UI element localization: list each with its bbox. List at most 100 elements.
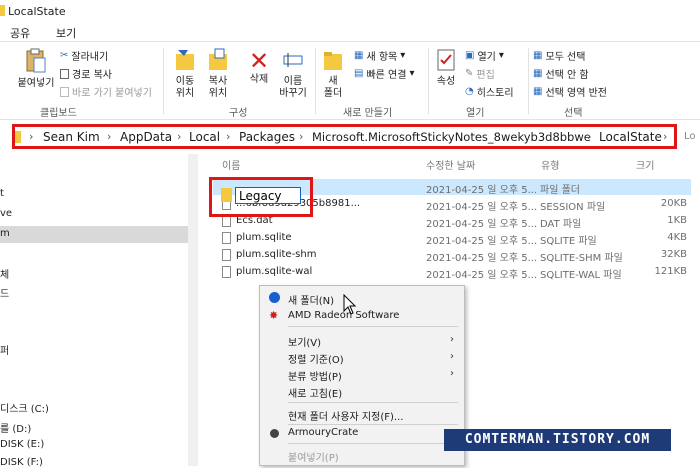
cell-name: plum.sqlite-wal	[236, 266, 313, 277]
folder-icon	[15, 131, 21, 143]
select-none-icon: ▦	[533, 68, 543, 79]
address-bar[interactable]: › Sean Kim › AppData › Local › Packages …	[12, 124, 677, 149]
easy-access-button[interactable]: ▤ 빠른 연결 ▾	[354, 66, 414, 81]
select-all-button[interactable]: ▦ 모두 선택	[533, 48, 585, 63]
copy-path-icon	[60, 68, 69, 79]
menu-customize[interactable]: 현재 폴더 사용자 지정(F)...	[288, 408, 403, 423]
menu-new-folder[interactable]: 새 폴더(N)	[288, 292, 334, 307]
nav-item-drive-c[interactable]: 디스크 (C:)	[0, 400, 49, 415]
menu-view[interactable]: 보기(V)	[288, 334, 321, 349]
nav-item-drive-f[interactable]: DISK (F:)	[0, 457, 43, 468]
cell-date: 2021-04-25 일 오후 5...	[426, 202, 538, 213]
rename-icon	[283, 53, 303, 67]
paste-shortcut-icon	[60, 86, 69, 97]
tab-share[interactable]: 공유	[10, 25, 30, 41]
cell-size: 20KB	[660, 198, 687, 209]
group-label-new: 새로 만들기	[343, 108, 393, 119]
breadcrumb-packages[interactable]: Packages	[239, 130, 295, 144]
breadcrumb-localstate[interactable]: LocalState	[599, 130, 662, 144]
search-input[interactable]: Lo	[684, 131, 696, 142]
cell-type: SQLITE 파일	[540, 236, 597, 247]
open-icon: ▣	[465, 50, 475, 61]
file-icon	[222, 232, 231, 244]
column-date[interactable]: 수정한 날짜	[426, 157, 475, 172]
menu-separator	[288, 443, 458, 444]
history-icon: ◔	[465, 86, 474, 97]
rename-input[interactable]: Legacy	[235, 187, 301, 204]
table-row[interactable]: plum.sqlite-shm 2021-04-25 일 오후 5... SQLIT…	[213, 247, 691, 264]
paste-shortcut-button[interactable]: 바로 가기 붙여넣기	[60, 84, 152, 99]
easy-access-icon: ▤	[354, 68, 364, 79]
nav-item[interactable]: 드	[0, 285, 9, 300]
invert-selection-button[interactable]: ▦ 선택 영역 반전	[533, 84, 607, 99]
chevron-right-icon: ›	[587, 130, 592, 143]
nav-item-drive-d[interactable]: 를 (D:)	[0, 420, 31, 435]
nav-item-drive-e[interactable]: DISK (E:)	[0, 439, 44, 450]
select-none-button[interactable]: ▦ 선택 안 함	[533, 66, 589, 81]
rename-button[interactable]: 이름 바꾸기	[277, 48, 309, 100]
cell-type: 파일 폴더	[540, 185, 580, 196]
copy-folder-icon	[209, 48, 227, 70]
history-button[interactable]: ◔ 히스토리	[465, 84, 514, 99]
menu-armourycrate[interactable]: ArmouryCrate	[288, 427, 358, 438]
nav-selection	[0, 226, 188, 243]
chevron-right-icon: ›	[107, 130, 112, 143]
paste-button[interactable]: 붙여넣기	[14, 48, 58, 90]
properties-button[interactable]: 속성	[432, 48, 460, 88]
menu-paste[interactable]: 붙여넣기(P)	[288, 449, 339, 464]
nav-scrollbar[interactable]	[188, 154, 198, 466]
new-folder-button[interactable]: 새 폴더	[320, 48, 346, 100]
tab-view[interactable]: 보기	[56, 25, 76, 41]
table-row[interactable]: plum.sqlite-wal 2021-04-25 일 오후 5... SQLIT…	[213, 264, 691, 281]
copy-path-button[interactable]: 경로 복사	[60, 66, 112, 81]
breadcrumb-appdata[interactable]: AppData	[120, 130, 172, 144]
edit-button[interactable]: ✎ 편집	[465, 66, 495, 81]
table-row[interactable]: plum.sqlite 2021-04-25 일 오후 5... SQLITE 파일…	[213, 230, 691, 247]
chevron-right-icon: ›	[177, 130, 182, 143]
breadcrumb-sean-kim[interactable]: Sean Kim	[43, 130, 100, 144]
breadcrumb-local[interactable]: Local	[189, 130, 220, 144]
cell-date: 2021-04-25 일 오후 5...	[426, 253, 538, 264]
cell-date: 2021-04-25 일 오후 5...	[426, 185, 538, 196]
menu-refresh[interactable]: 새로 고침(E)	[288, 385, 342, 400]
nav-item[interactable]: 퍼	[0, 342, 9, 357]
delete-x-icon: ✕	[248, 47, 270, 75]
chevron-down-icon: ▾	[400, 50, 406, 61]
new-item-button[interactable]: ▦ 새 항목 ▾	[354, 48, 405, 63]
chevron-right-icon: ›	[29, 130, 34, 143]
menu-separator	[288, 424, 458, 425]
edit-icon: ✎	[465, 68, 474, 79]
folder-icon	[0, 5, 5, 16]
ribbon: 붙여넣기 ✂ 잘라내기 경로 복사 바로 가기 붙여넣기 클립보드 이동 위치 복…	[0, 42, 700, 120]
menu-group[interactable]: 분류 방법(P)	[288, 368, 342, 383]
column-size[interactable]: 크기	[636, 157, 654, 172]
nav-item[interactable]: m	[0, 228, 10, 239]
select-all-icon: ▦	[533, 50, 543, 61]
copy-to-button[interactable]: 복사 위치	[203, 48, 233, 100]
group-label-open: 열기	[466, 108, 485, 119]
nav-item[interactable]: 체	[0, 266, 9, 281]
chevron-right-icon: ›	[450, 351, 454, 362]
open-button[interactable]: ▣ 열기 ▾	[465, 48, 504, 63]
move-to-button[interactable]: 이동 위치	[170, 48, 200, 100]
nav-item[interactable]: ve	[0, 208, 12, 219]
cut-button[interactable]: ✂ 잘라내기	[60, 48, 108, 63]
chevron-down-icon: ▾	[498, 50, 504, 61]
cell-size: 121KB	[654, 266, 687, 277]
cell-name: plum.sqlite-shm	[236, 249, 317, 260]
menu-sort[interactable]: 정렬 기준(O)	[288, 351, 344, 366]
breadcrumb-stickynotes[interactable]: Microsoft.MicrosoftStickyNotes_8wekyb3d8…	[312, 130, 591, 144]
delete-button[interactable]: ✕ 삭제	[245, 48, 273, 86]
cell-type: SQLITE-SHM 파일	[540, 253, 623, 264]
file-icon	[222, 266, 231, 278]
watermark: COMTERMAN.TISTORY.COM	[444, 429, 671, 451]
invert-selection-icon: ▦	[533, 86, 543, 97]
column-type[interactable]: 유형	[541, 157, 559, 172]
ribbon-divider	[315, 48, 316, 114]
ribbon-tabs: 공유 보기	[0, 22, 700, 42]
column-name[interactable]: 이름	[222, 157, 240, 172]
nav-item[interactable]: t	[0, 188, 4, 199]
move-folder-icon	[176, 50, 194, 70]
ribbon-divider	[528, 48, 529, 114]
context-menu: 새 폴더(N) ✸ AMD Radeon Software 보기(V) › 정렬…	[259, 285, 465, 466]
